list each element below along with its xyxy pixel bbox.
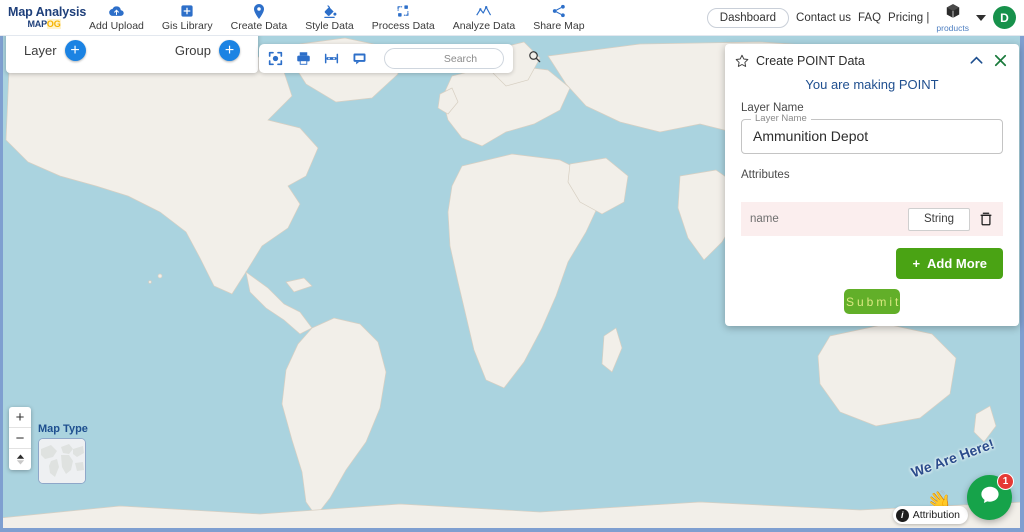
layer-control-group: Layer +: [24, 40, 86, 61]
products-cube-icon: [945, 3, 961, 23]
comment-icon[interactable]: [352, 51, 367, 66]
nav-label-add-upload: Add Upload: [89, 19, 144, 32]
library-add-icon: [180, 4, 194, 19]
search-icon[interactable]: [528, 50, 541, 68]
search-box[interactable]: [384, 48, 541, 69]
close-icon[interactable]: [992, 52, 1009, 69]
map-border-left: [0, 36, 3, 532]
brand-sub-main: MAP: [27, 19, 47, 30]
info-icon: i: [895, 508, 909, 522]
add-more-row: + Add More: [725, 236, 1019, 279]
map-toolbar: [259, 44, 541, 73]
pricing-link[interactable]: Pricing |: [888, 12, 929, 24]
locate-crosshair-icon[interactable]: [268, 51, 283, 66]
compass-north-button[interactable]: [9, 449, 31, 470]
contact-us-link[interactable]: Contact us: [796, 12, 851, 24]
layer-name-value: Ammunition Depot: [753, 128, 869, 144]
nav-item-gis-library[interactable]: Gis Library: [153, 3, 222, 33]
nav-label-create-data: Create Data: [230, 19, 288, 32]
app-root: Map Analysis MAPOG Add Upload Gis Librar…: [0, 0, 1024, 532]
create-panel-header: Create POINT Data: [725, 44, 1019, 73]
attribute-type-select[interactable]: String: [908, 207, 970, 231]
map-type-thumb-image: [39, 439, 85, 483]
products-menu[interactable]: products: [936, 3, 969, 33]
process-nodes-icon: [396, 4, 410, 19]
nav-label-analyze-data: Analyze Data: [452, 19, 516, 32]
nav-label-style-data: Style Data: [305, 19, 354, 32]
brand-sub-accent: OG: [46, 19, 61, 30]
products-label: products: [936, 22, 969, 33]
attribution-label: Attribution: [912, 509, 960, 521]
attributes-label: Attributes: [741, 169, 790, 181]
navbar-right: Dashboard Contact us FAQ Pricing | produ…: [706, 3, 1024, 33]
layer-label: Layer: [24, 43, 57, 58]
chat-badge: 1: [997, 473, 1014, 490]
paint-bucket-icon: [322, 4, 337, 19]
map-type-thumbnail[interactable]: [38, 438, 86, 484]
share-icon: [552, 4, 566, 19]
create-panel-title: Create POINT Data: [756, 53, 865, 68]
top-navbar: Map Analysis MAPOG Add Upload Gis Librar…: [0, 0, 1024, 36]
zoom-out-button[interactable]: −: [9, 428, 31, 449]
group-control-group: Group +: [175, 40, 240, 61]
add-more-button[interactable]: + Add More: [896, 248, 1003, 279]
star-outline-icon[interactable]: [735, 54, 749, 68]
group-label: Group: [174, 43, 211, 58]
nav-item-add-upload[interactable]: Add Upload: [80, 3, 153, 33]
navbar-items: Add Upload Gis Library Create Data Style…: [80, 3, 594, 33]
avatar[interactable]: D: [993, 6, 1016, 29]
map-pin-icon: [253, 3, 265, 19]
brand-logo[interactable]: Map Analysis MAPOG: [0, 4, 87, 30]
nav-label-process-data: Process Data: [371, 19, 435, 32]
nav-item-analyze-data[interactable]: Analyze Data: [444, 3, 524, 33]
map-type-control: Map Type: [38, 423, 88, 484]
print-icon[interactable]: [296, 51, 311, 66]
chat-bubble-icon: [979, 484, 1001, 511]
layer-name-field-label: Layer Name: [751, 113, 811, 124]
search-input[interactable]: [393, 52, 528, 65]
map-type-label: Map Type: [38, 423, 88, 435]
compass-icon: [16, 454, 24, 465]
attribution-button[interactable]: i Attribution: [892, 506, 968, 524]
attributes-list: name String: [741, 202, 1003, 236]
nav-item-create-data[interactable]: Create Data: [222, 3, 297, 33]
analytics-icon: [476, 4, 492, 19]
map-border-right: [1020, 36, 1024, 532]
zoom-controls: + −: [9, 407, 31, 470]
measure-icon[interactable]: [324, 51, 339, 66]
layer-panel-body: Layer + Group +: [6, 30, 258, 73]
zoom-in-button[interactable]: +: [9, 407, 31, 428]
brand-title: Map Analysis: [8, 4, 87, 19]
attribute-row: name String: [741, 202, 1003, 236]
chevron-down-icon[interactable]: [976, 14, 986, 21]
submit-button[interactable]: Submit: [844, 289, 900, 314]
nav-label-gis-library: Gis Library: [161, 19, 213, 32]
add-group-button[interactable]: +: [219, 40, 240, 61]
nav-label-share-map: Share Map: [533, 19, 585, 32]
add-layer-button[interactable]: +: [64, 40, 86, 61]
nav-item-share-map[interactable]: Share Map: [524, 3, 593, 33]
chevron-up-icon[interactable]: [968, 52, 985, 69]
chat-widget-button[interactable]: 1: [967, 473, 1014, 520]
map-border-bottom: [0, 528, 1024, 532]
cloud-upload-icon: [109, 4, 124, 19]
plus-icon: +: [912, 256, 921, 271]
brand-subtitle: MAPOG: [8, 19, 80, 30]
nav-item-process-data[interactable]: Process Data: [363, 3, 444, 33]
attribute-name[interactable]: name: [750, 213, 900, 225]
layer-name-field[interactable]: Layer Name Ammunition Depot: [741, 113, 1003, 154]
dashboard-button[interactable]: Dashboard: [706, 7, 790, 28]
create-point-data-panel: Create POINT Data You are making POINT L…: [725, 44, 1019, 326]
nav-item-style-data[interactable]: Style Data: [296, 3, 362, 33]
trash-icon[interactable]: [978, 211, 994, 227]
add-more-label: Add More: [927, 256, 987, 271]
faq-link[interactable]: FAQ: [858, 12, 881, 24]
create-panel-subtitle: You are making POINT: [805, 77, 939, 92]
submit-row: Submit: [725, 279, 1019, 318]
